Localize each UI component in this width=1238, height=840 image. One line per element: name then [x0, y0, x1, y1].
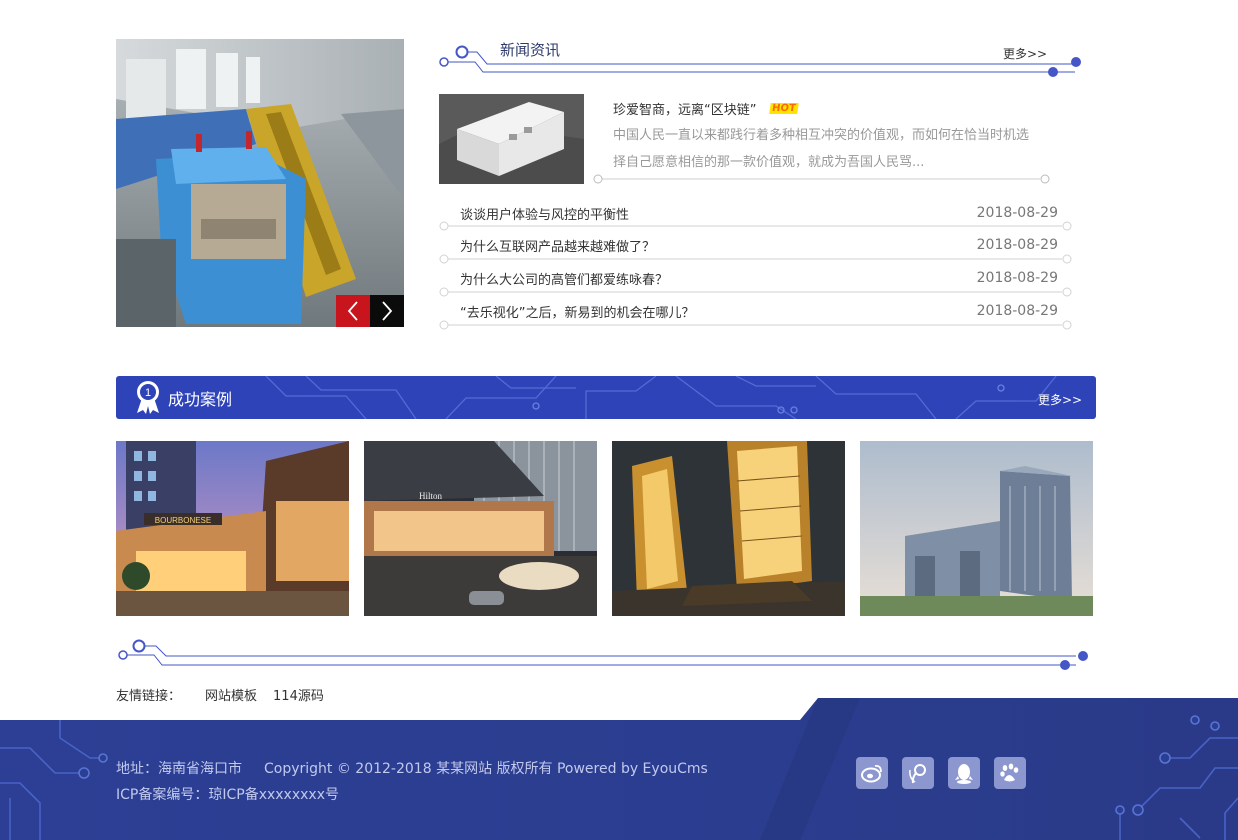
hot-badge: HOT: [769, 103, 799, 114]
case-image-hilton-hotel[interactable]: Hilton: [364, 441, 597, 616]
qq-button[interactable]: [948, 757, 980, 789]
slide-image-roll-forming-machine: [116, 39, 404, 327]
tencent-weibo-icon: [909, 764, 926, 784]
cases-header-bar: [116, 376, 1096, 419]
section-divider-decoration: [118, 639, 1088, 670]
image-slider[interactable]: [116, 39, 404, 327]
slider-prev-button[interactable]: [336, 295, 370, 327]
chevron-right-icon: [382, 301, 393, 321]
case-image-shopping-mall[interactable]: BOURBONESE: [116, 441, 349, 616]
baidu-paw-icon: [1000, 763, 1019, 782]
qq-icon: [955, 764, 973, 784]
featured-divider: [593, 174, 1050, 184]
case-image-sign-bourbonese: BOURBONESE: [155, 516, 211, 525]
tencent-weibo-button[interactable]: [902, 757, 934, 789]
footer-icp[interactable]: ICP备案编号：琼ICP备xxxxxxxx号: [116, 784, 339, 804]
case-image-office-building[interactable]: [860, 441, 1093, 616]
weibo-button[interactable]: [856, 757, 888, 789]
cases-section-title: 成功案例: [168, 390, 233, 409]
news-section-title: 新闻资讯: [500, 41, 561, 59]
news-list-dividers: [439, 221, 1072, 330]
circuit-pattern-decoration: [265, 376, 1057, 419]
ribbon-badge-number: 1: [145, 387, 151, 399]
case-image-twin-towers[interactable]: [612, 441, 845, 616]
weibo-icon: [861, 764, 882, 783]
featured-news-link[interactable]: 珍爱智商，远离“区块链” HOT: [613, 99, 799, 118]
ribbon-badge-icon: 1: [137, 381, 159, 414]
featured-news-description: 中国人民一直以来都践行着多种相互冲突的价值观，而如何在恰当时机选择自己愿意相信的…: [613, 128, 1030, 170]
footer-copyright: Copyright © 2012-2018 某某网站 版权所有 Powered …: [264, 761, 708, 777]
news-more-link[interactable]: 更多>>: [1003, 45, 1047, 62]
featured-news-thumbnail[interactable]: [439, 94, 584, 184]
featured-news-title: 珍爱智商，远离“区块链”: [613, 103, 757, 118]
case-image-sign-hilton: Hilton: [419, 491, 443, 501]
cases-more-link[interactable]: 更多>>: [1038, 391, 1082, 408]
slider-next-button[interactable]: [370, 295, 404, 327]
footer-address: 地址：海南省海口市: [116, 761, 242, 777]
chevron-left-icon: [347, 301, 358, 321]
baidu-button[interactable]: [994, 757, 1026, 789]
